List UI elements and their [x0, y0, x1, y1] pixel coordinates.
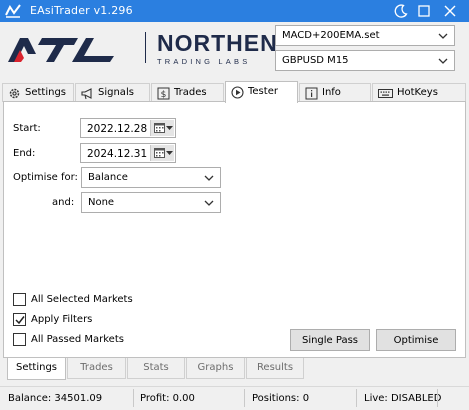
close-button[interactable]	[442, 3, 458, 19]
tab-label: Trades	[174, 87, 207, 98]
profit-status: Profit: 0.00	[140, 393, 195, 404]
gear-icon	[9, 88, 20, 99]
status-bar: Balance: 34501.09 Profit: 0.00 Positions…	[0, 386, 469, 410]
single-pass-button[interactable]: Single Pass	[290, 329, 370, 351]
all-selected-markets-label: All Selected Markets	[31, 294, 133, 305]
optimise-button[interactable]: Optimise	[376, 329, 456, 351]
status-divider	[244, 389, 245, 407]
tab-hotkeys[interactable]: HotKeys	[372, 83, 466, 102]
start-date-picker[interactable]: 2022.12.28	[80, 118, 176, 138]
end-label: End:	[13, 148, 36, 159]
market-value: GBPUSD M15	[282, 55, 349, 66]
theme-toggle-button[interactable]	[393, 3, 409, 19]
tab-label: Signals	[98, 87, 134, 98]
app-logo-icon	[5, 4, 21, 18]
maximize-button[interactable]	[416, 3, 432, 19]
svg-text:$: $	[161, 90, 167, 100]
positions-status: Positions: 0	[252, 393, 310, 404]
end-date-picker[interactable]: 2024.12.31	[80, 143, 176, 163]
subtab-results[interactable]: Results	[246, 358, 304, 379]
subtab-graphs[interactable]: Graphs	[186, 358, 245, 379]
tester-subtabs: Settings Trades Stats Graphs Results	[3, 358, 466, 380]
apply-filters-checkbox[interactable]	[13, 313, 26, 326]
ntl-logo	[8, 38, 114, 62]
logo-divider	[145, 32, 146, 63]
main-tabs: Settings Signals $ Trades Tester Info Ho…	[0, 81, 469, 103]
calendar-icon	[154, 148, 165, 158]
moon-icon	[394, 4, 408, 18]
info-icon	[305, 87, 318, 100]
tab-info[interactable]: Info	[299, 83, 371, 102]
status-divider	[133, 389, 134, 407]
secondary-optimise-value: None	[88, 197, 115, 208]
and-label: and:	[52, 197, 75, 208]
tab-label: Settings	[25, 87, 67, 98]
tab-label: Tester	[248, 86, 278, 97]
secondary-optimise-select[interactable]: None	[81, 192, 221, 213]
tab-trades[interactable]: $ Trades	[151, 83, 224, 102]
header: NORTHEN TRADING LABS MACD+200EMA.set GBP…	[0, 22, 469, 79]
all-passed-markets-checkbox[interactable]	[13, 333, 26, 346]
maximize-icon	[418, 5, 430, 17]
dollar-icon: $	[157, 87, 170, 100]
optimise-for-select[interactable]: Balance	[81, 167, 221, 188]
chevron-down-icon	[204, 175, 214, 181]
subtab-settings[interactable]: Settings	[7, 358, 66, 380]
end-date-dropdown[interactable]	[150, 145, 174, 161]
optimise-for-label: Optimise for:	[13, 172, 78, 183]
start-date-value: 2022.12.28	[87, 123, 148, 135]
start-label: Start:	[13, 123, 41, 134]
tab-label: HotKeys	[397, 87, 438, 98]
brand-name: NORTHEN	[157, 30, 278, 56]
strategy-value: MACD+200EMA.set	[282, 30, 380, 41]
market-select[interactable]: GBPUSD M15	[275, 50, 455, 71]
title-bar: EAsiTrader v1.296	[0, 0, 469, 22]
status-divider	[356, 389, 357, 407]
chevron-down-icon	[438, 58, 448, 64]
chevron-down-icon	[204, 200, 214, 206]
strategy-select[interactable]: MACD+200EMA.set	[275, 25, 455, 46]
window-title: EAsiTrader v1.296	[30, 4, 133, 17]
checkmark-icon	[15, 316, 25, 325]
live-status: Live: DISABLED	[364, 393, 442, 404]
tab-tester[interactable]: Tester	[225, 81, 298, 103]
keyboard-icon	[378, 89, 393, 98]
balance-status: Balance: 34501.09	[8, 393, 103, 404]
tab-label: Info	[322, 87, 341, 98]
optimise-for-value: Balance	[88, 172, 128, 183]
end-date-value: 2024.12.31	[87, 148, 148, 160]
all-passed-markets-label: All Passed Markets	[31, 334, 124, 345]
brand-subtitle: TRADING LABS	[157, 57, 251, 66]
tab-settings[interactable]: Settings	[2, 83, 74, 102]
tester-panel: Start: 2022.12.28 End: 2024.12.31 Optimi…	[3, 101, 466, 358]
megaphone-icon	[81, 88, 92, 100]
status-divider	[437, 389, 438, 407]
all-selected-markets-checkbox[interactable]	[13, 293, 26, 306]
caret-down-icon	[166, 126, 173, 130]
apply-filters-label: Apply Filters	[31, 314, 93, 325]
close-icon	[444, 5, 456, 17]
subtab-trades[interactable]: Trades	[67, 358, 126, 379]
chevron-down-icon	[438, 33, 448, 39]
tab-signals[interactable]: Signals	[75, 83, 150, 102]
subtab-stats[interactable]: Stats	[127, 358, 185, 379]
start-date-dropdown[interactable]	[150, 120, 174, 136]
calendar-icon	[154, 123, 165, 133]
caret-down-icon	[166, 151, 173, 155]
play-icon	[231, 86, 244, 99]
